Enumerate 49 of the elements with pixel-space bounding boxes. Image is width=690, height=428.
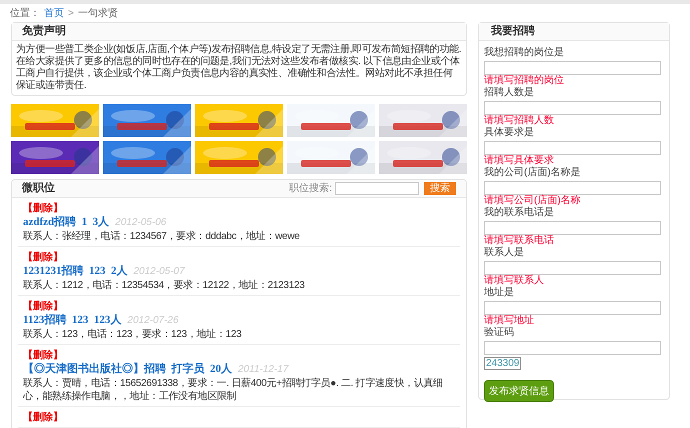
submit-button[interactable]: 发布求贤信息 [484,380,554,402]
error-message: 请填写公司(店面)名称 [484,195,582,206]
breadcrumb-separator: > [68,6,74,20]
job-details: 联系人：张经理，电话：1234567，要求：dddabc，地址：wewe [23,230,301,243]
job-title-link[interactable]: 【◎天津图书出版社◎】招聘 打字员 20人 [23,363,232,376]
panel-title: 微职位 [22,181,55,196]
field-label: 我想招聘的岗位是 [484,47,565,59]
input-field[interactable] [484,341,661,355]
job-title-link[interactable]: 1123招聘 123 123人 [23,314,122,327]
delete-link[interactable]: 【删除】 [23,301,63,312]
panel-title: 免责声明 [22,24,66,40]
delete-link[interactable]: 【删除】 [23,203,63,214]
input-field[interactable] [484,221,661,235]
job-details: 联系人：123，电话：123，要求：123，地址：123 [23,328,242,341]
delete-link[interactable]: 【删除】 [23,412,63,423]
panel-title: 我要招聘 [491,24,535,40]
error-message: 请填写具体要求 [484,155,555,166]
field-label: 招聘人数是 [484,87,535,99]
error-message: 请填写招聘人数 [484,115,555,126]
error-message: 请填写联系人 [484,275,545,286]
input-field[interactable] [484,181,661,195]
search-button[interactable]: 搜索 [424,182,456,195]
delete-link[interactable]: 【删除】 [23,350,63,361]
search-label: 职位搜索: [289,182,332,196]
error-message: 请填写招聘的岗位 [484,75,565,86]
field-label: 我的联系电话是 [484,207,555,219]
job-title-link[interactable]: 1231231招聘 123 2人 [23,265,128,278]
field-label: 地址是 [484,287,515,299]
search-field[interactable] [335,182,419,195]
input-field[interactable] [484,141,661,155]
home-link[interactable]: 首页 [44,6,64,20]
disclaimer-text: 为方便一些普工类企业(如饭店,店面,个体户等)发布招聘信息,特设定了无需注册,即可发布简短招聘的功能.在给大家提供了更多的信息的同时也存在的问题是,我们无法对这些发布者做核实. 以下信息由企业或个体工商户自行提供，该企业或个体工商户负责信息内容的真实性、准确性和合法性。网站对此不承担任何保证或连带责任. [15,42,462,93]
field-label: 验证码 [484,327,515,339]
input-field[interactable] [484,261,661,275]
input-field[interactable] [484,61,661,75]
error-message: 请填写联系电话 [484,235,555,246]
job-title-link[interactable]: azdfzd招聘 1 3人 [23,216,110,229]
breadcrumb-current: 一句求贤 [78,6,118,20]
field-label: 我的公司(店面)名称是 [484,167,582,179]
breadcrumb-label: 位置： [10,6,40,20]
input-field[interactable] [484,101,661,115]
error-message: 请填写地址 [484,315,535,327]
captcha-image: 243309 [484,357,522,370]
field-label: 具体要求是 [484,127,535,139]
job-details: 联系人：贾晴，电话：15652691338，要求：一. 日薪400元+招聘打字员●. 二. 打字速度快，认真细心，能熟练操作电脑，，地址：工作没有地区限制 [23,377,444,403]
job-details: 联系人：1212，电话：12354534，要求：12122，地址：2123123 [23,279,306,292]
field-label: 联系人是 [484,247,525,259]
delete-link[interactable]: 【删除】 [23,252,63,263]
input-field[interactable] [484,301,661,315]
